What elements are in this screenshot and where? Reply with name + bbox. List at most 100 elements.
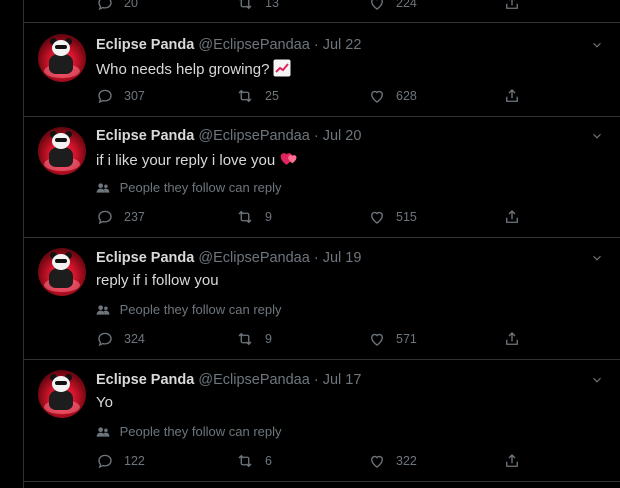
retweet-button[interactable]: 6 — [235, 452, 272, 470]
share-icon — [506, 0, 518, 9]
tweet-item[interactable]: Eclipse Panda @EclipsePandaa · Jul 22 Wh… — [24, 23, 620, 117]
retweet-icon — [238, 454, 252, 468]
retweet-icon — [238, 89, 252, 103]
chevron-down-icon[interactable] — [590, 38, 604, 52]
tweet-item[interactable]: Eclipse Panda @EclipsePandaa · Jul 19 re… — [24, 238, 620, 360]
like-button[interactable]: 515 — [368, 208, 417, 226]
heart-outline-icon — [371, 211, 383, 224]
tweet-text-content: Yo — [96, 394, 113, 411]
restriction-text: People they follow can reply — [119, 424, 282, 439]
author-handle[interactable]: @EclipsePandaa — [198, 128, 309, 144]
reply-icon — [98, 0, 112, 11]
retweet-count: 9 — [265, 332, 272, 346]
retweet-icon — [238, 332, 252, 346]
share-button[interactable] — [503, 208, 531, 226]
like-button[interactable]: 628 — [368, 87, 417, 105]
heart-outline-icon — [371, 90, 383, 103]
chart-increasing-icon — [273, 59, 291, 77]
reply-count: 324 — [124, 332, 145, 346]
restriction-text: People they follow can reply — [119, 302, 282, 317]
reply-button[interactable]: 307 — [96, 87, 145, 105]
share-button[interactable] — [503, 0, 531, 12]
like-button[interactable]: 322 — [368, 452, 417, 470]
reply-count: 237 — [124, 210, 145, 224]
heart-icon — [280, 153, 297, 165]
author-handle[interactable]: @EclipsePandaa — [198, 250, 309, 266]
retweet-count: 13 — [265, 0, 279, 10]
tweet-date[interactable]: Jul 19 — [323, 250, 362, 266]
reply-icon — [98, 210, 112, 225]
like-button[interactable]: 571 — [368, 330, 417, 348]
tweet-text-content: if i like your reply i love you — [96, 152, 276, 169]
tweet-item[interactable]: Eclipse Panda @EclipsePandaa · Jul 17 Yo… — [24, 360, 620, 482]
tweet-date[interactable]: Jul 22 — [323, 37, 362, 53]
tweet-header: Eclipse Panda @EclipsePandaa · Jul 20 — [96, 128, 361, 144]
tweet-date[interactable]: Jul 20 — [323, 128, 362, 144]
avatar[interactable] — [38, 34, 86, 82]
like-button[interactable]: 224 — [368, 0, 417, 12]
author-name[interactable]: Eclipse Panda — [96, 372, 194, 388]
heart-outline-icon — [371, 333, 383, 346]
reply-restriction-notice: People they follow can reply — [96, 302, 282, 317]
tweet-text: Who needs help growing? — [96, 59, 291, 78]
share-button[interactable] — [503, 87, 531, 105]
retweet-button[interactable]: 9 — [235, 330, 272, 348]
author-handle[interactable]: @EclipsePandaa — [198, 372, 309, 388]
tweet-date[interactable]: Jul 17 — [323, 372, 362, 388]
like-count: 628 — [396, 89, 417, 103]
author-name[interactable]: Eclipse Panda — [96, 128, 194, 144]
tweet-text: Yo — [96, 394, 113, 411]
tweet-text: if i like your reply i love you — [96, 150, 299, 169]
reply-count: 20 — [124, 0, 138, 10]
separator: · — [313, 250, 319, 266]
retweet-count: 25 — [265, 89, 279, 103]
chevron-down-icon[interactable] — [590, 251, 604, 265]
tweet-text-content: Who needs help growing? — [96, 61, 270, 78]
avatar[interactable] — [38, 248, 86, 296]
separator: · — [313, 128, 319, 144]
retweet-icon — [239, 0, 252, 10]
chevron-down-icon[interactable] — [590, 373, 604, 387]
share-icon — [506, 89, 518, 102]
chevron-down-icon[interactable] — [590, 129, 604, 143]
people-icon — [96, 183, 110, 193]
share-button[interactable] — [503, 452, 531, 470]
avatar[interactable] — [38, 127, 86, 175]
reply-button[interactable]: 237 — [96, 208, 145, 226]
restriction-text: People they follow can reply — [119, 180, 282, 195]
author-name[interactable]: Eclipse Panda — [96, 37, 194, 53]
share-icon — [506, 332, 518, 345]
reply-restriction-notice: People they follow can reply — [96, 180, 282, 195]
tweet-item[interactable]: Eclipse Panda @EclipsePandaa · Jul 20 if… — [24, 117, 620, 238]
separator: · — [313, 37, 319, 53]
reply-button[interactable]: 122 — [96, 452, 145, 470]
like-count: 515 — [396, 210, 417, 224]
retweet-count: 6 — [265, 454, 272, 468]
reply-icon — [98, 454, 112, 469]
retweet-button[interactable]: 25 — [235, 87, 279, 105]
tweet-header: Eclipse Panda @EclipsePandaa · Jul 19 — [96, 250, 361, 266]
author-name[interactable]: Eclipse Panda — [96, 250, 194, 266]
people-icon — [96, 305, 110, 315]
retweet-count: 9 — [265, 210, 272, 224]
tweet-header: Eclipse Panda @EclipsePandaa · Jul 22 — [96, 37, 361, 53]
like-count: 224 — [396, 0, 417, 10]
reply-button[interactable]: 20 — [96, 0, 138, 12]
reply-count: 122 — [124, 454, 145, 468]
avatar[interactable] — [38, 370, 86, 418]
tweet-text: reply if i follow you — [96, 272, 219, 289]
retweet-button[interactable]: 13 — [235, 0, 279, 12]
retweet-button[interactable]: 9 — [235, 208, 272, 226]
retweet-icon — [238, 210, 252, 224]
share-button[interactable] — [503, 330, 531, 348]
reply-icon — [98, 89, 112, 104]
author-handle[interactable]: @EclipsePandaa — [198, 37, 309, 53]
like-count: 571 — [396, 332, 417, 346]
tweet-header: Eclipse Panda @EclipsePandaa · Jul 17 — [96, 372, 361, 388]
people-icon — [96, 427, 110, 437]
timeline-feed: 20 13 224 Eclipse Panda @EclipsePandaa ·… — [24, 0, 620, 488]
tweet-text-content: reply if i follow you — [96, 272, 219, 289]
reply-button[interactable]: 324 — [96, 330, 145, 348]
reply-icon — [98, 332, 112, 347]
share-icon — [506, 454, 518, 467]
